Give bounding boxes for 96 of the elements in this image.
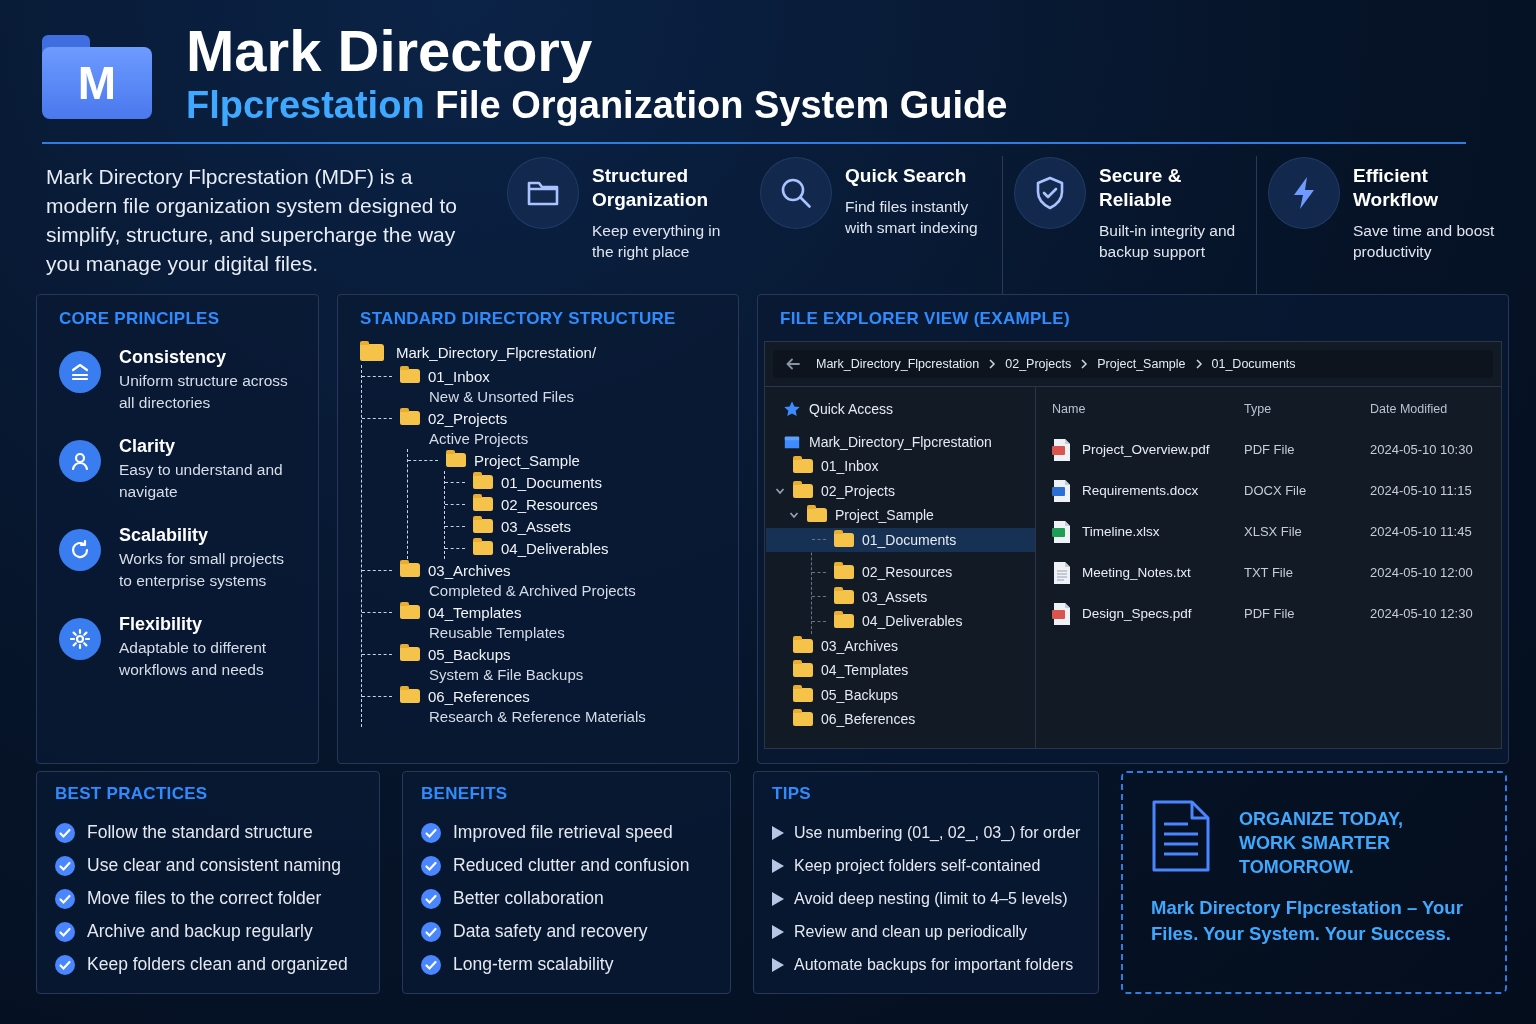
file-name[interactable]: Requirements.docx [1082, 483, 1199, 498]
principle-title: Clarity [119, 436, 177, 457]
folder-name: Project_Sample [474, 451, 580, 469]
file-date: 2024-05-10 10:30 [1370, 442, 1474, 457]
page-subtitle: Flpcrestation File Organization System Guide [186, 83, 1008, 128]
list-item: Move files to the correct folder [87, 888, 322, 909]
principle-description: Works for small projects to enterprise systems [119, 549, 286, 591]
column-header[interactable]: Type [1244, 402, 1370, 416]
principle-description: Adaptable to different workflows and needs [119, 638, 268, 680]
folder-name: 01_Documents [501, 473, 602, 491]
tree-item[interactable]: 01_Documents [766, 527, 1035, 552]
tree-item[interactable]: 04_Templates [765, 658, 1035, 683]
list-item: Long-term scalability [453, 954, 614, 975]
list-item: Reduced clutter and confusion [453, 855, 690, 876]
file-type: DOCX File [1244, 483, 1308, 498]
section-title: STANDARD DIRECTORY STRUCTURE [360, 309, 677, 329]
file-name[interactable]: Design_Specs.pdf [1082, 606, 1192, 621]
folder-name: 03_Assets [501, 517, 572, 535]
file-type: TXT File [1244, 565, 1294, 580]
file-date: 2024-05-10 12:00 [1370, 565, 1474, 580]
quick-access-item[interactable]: Quick Access [809, 401, 894, 418]
folder-name: 04_Templates [428, 603, 522, 621]
feature-description: Find files instantly with smart indexing [845, 197, 979, 238]
cta-tagline: Mark Directory Flpcrestation – Your Files. Your System. Your Success. [1151, 896, 1464, 946]
feature-title: Quick Search [845, 164, 968, 188]
feature-title: Efficient Workflow [1353, 164, 1440, 212]
list-item: Avoid deep nesting (limit to 4–5 levels) [794, 889, 1068, 908]
feature-description: Keep everything in the right place [592, 221, 722, 262]
folder-name: 06_References [428, 687, 530, 705]
tree-item[interactable]: 06_Beferences [765, 707, 1035, 732]
folder-name: 01_Inbox [428, 367, 490, 385]
file-type: PDF File [1244, 606, 1296, 621]
breadcrumb-item[interactable]: 02_Projects [1005, 357, 1072, 371]
breadcrumb-item[interactable]: Project_Sample [1097, 357, 1186, 371]
tree-item[interactable]: 02_Projects [765, 478, 1035, 503]
tree-item[interactable]: Mark_Directory_Flpcrestation [809, 433, 992, 450]
page-title: Mark Directory [186, 20, 594, 82]
folder-description: Active Projects [428, 429, 530, 449]
list-item: Data safety and recovery [453, 921, 648, 942]
principle-title: Flexibility [119, 614, 204, 635]
feature-title: Secure & Reliable [1099, 164, 1183, 212]
tree-item[interactable]: 05_Backups [765, 682, 1035, 707]
tree-item[interactable]: 01_Inbox [765, 454, 1035, 479]
section-title: BEST PRACTICES [55, 784, 209, 804]
list-item: Review and clean up periodically [794, 922, 1028, 941]
file-name[interactable]: Project_Overview.pdf [1082, 442, 1210, 457]
file-date: 2024-05-10 11:45 [1370, 524, 1473, 539]
feature-title: Structured Organization [592, 164, 710, 212]
feature-description: Built-in integrity and backup support [1099, 221, 1237, 262]
file-date: 2024-05-10 11:15 [1370, 483, 1473, 498]
section-title: BENEFITS [421, 784, 509, 804]
file-type: PDF File [1244, 442, 1296, 457]
section-title: TIPS [772, 784, 812, 804]
feature-description: Save time and boost productivity [1353, 221, 1496, 262]
file-date: 2024-05-10 12:30 [1370, 606, 1474, 621]
folder-name: 04_Deliverables [501, 539, 609, 557]
list-item: Automate backups for important folders [794, 955, 1074, 974]
section-title: CORE PRINCIPLES [59, 309, 221, 329]
list-item: Archive and backup regularly [87, 921, 313, 942]
principle-description: Easy to understand and navigate [119, 460, 284, 502]
list-item: Follow the standard structure [87, 822, 313, 843]
principle-description: Uniform structure across all directories [119, 371, 289, 413]
folder-description: System & File Backups [428, 665, 585, 685]
folder-name: 03_Archives [428, 561, 511, 579]
file-name[interactable]: Timeline.xlsx [1082, 524, 1160, 539]
list-item: Improved file retrieval speed [453, 822, 673, 843]
breadcrumb-item[interactable]: 01_Documents [1211, 357, 1296, 371]
folder-name: 02_Projects [428, 409, 508, 427]
file-name[interactable]: Meeting_Notes.txt [1082, 565, 1191, 580]
list-item: Keep project folders self-contained [794, 856, 1041, 875]
column-header[interactable]: Name [1052, 402, 1244, 416]
address-bar[interactable]: Mark_Directory_Flpcrestation 02_Projects Project_Sample 01_Documents [773, 350, 1493, 378]
principle-title: Scalability [119, 525, 210, 546]
tree-item[interactable]: 02_Resources [766, 560, 1035, 585]
folder-name: Mark_Directory_Flpcrestation/ [396, 343, 597, 361]
folder-name: 05_Backups [428, 645, 511, 663]
breadcrumb-item[interactable]: Mark_Directory_Flpcrestation [816, 357, 980, 371]
tree-item[interactable]: 03_Archives [765, 633, 1035, 658]
list-item: Use clear and consistent naming [87, 855, 341, 876]
list-item: Keep folders clean and organized [87, 954, 348, 975]
list-item: Use numbering (01_, 02_, 03_) for order [794, 823, 1081, 842]
list-item: Better collaboration [453, 888, 604, 909]
intro-paragraph: Mark Directory Flpcrestation (MDF) is a modern file organization system designed to simplify, structure, and supercharge the way you manage your digital files. [46, 164, 458, 277]
folder-name: 02_Resources [501, 495, 598, 513]
tree-item[interactable]: 03_Assets [766, 584, 1035, 609]
tree-item[interactable]: Project_Sample [765, 503, 1035, 528]
section-title: FILE EXPLORER VIEW (EXAMPLE) [780, 309, 1071, 329]
tree-item[interactable]: 04_Deliverables [766, 609, 1035, 634]
column-header[interactable]: Date Modified [1370, 402, 1485, 416]
folder-description: New & Unsorted Files [428, 387, 576, 407]
folder-description: Reusable Templates [428, 623, 566, 643]
folder-description: Research & Reference Materials [428, 707, 647, 727]
principle-title: Consistency [119, 347, 228, 368]
cta-headline: ORGANIZE TODAY, WORK SMARTER TOMORROW. [1239, 808, 1405, 879]
folder-description: Completed & Archived Projects [428, 581, 637, 601]
file-type: XLSX File [1244, 524, 1303, 539]
